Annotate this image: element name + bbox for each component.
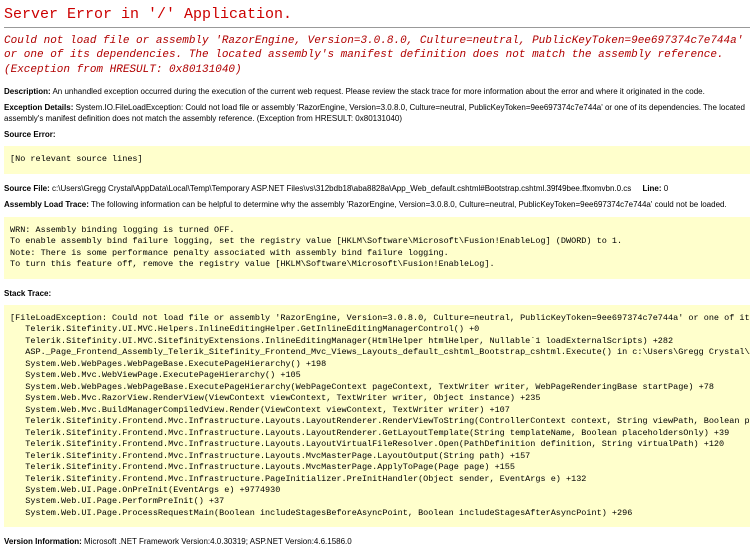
source-file-label: Source File: — [4, 184, 50, 193]
stack-trace-row: Stack Trace: — [4, 289, 750, 299]
exception-row: Exception Details: System.IO.FileLoadExc… — [4, 103, 750, 124]
assembly-trace-row: Assembly Load Trace: The following infor… — [4, 200, 750, 210]
description-text: An unhandled exception occurred during t… — [52, 87, 704, 96]
version-text: Microsoft .NET Framework Version:4.0.303… — [84, 537, 352, 546]
line-label: Line: — [642, 184, 661, 193]
error-headline: Could not load file or assembly 'RazorEn… — [4, 34, 750, 77]
source-file-text: c:\Users\Gregg Crystal\AppData\Local\Tem… — [52, 184, 631, 193]
stack-trace-block: [FileLoadException: Could not load file … — [4, 305, 750, 527]
description-row: Description: An unhandled exception occu… — [4, 87, 750, 97]
page-title: Server Error in '/' Application. — [4, 6, 750, 28]
assembly-trace-label: Assembly Load Trace: — [4, 200, 89, 209]
assembly-block: WRN: Assembly binding logging is turned … — [4, 217, 750, 279]
exception-label: Exception Details: — [4, 103, 73, 112]
version-label: Version Information: — [4, 537, 82, 546]
stack-trace-label: Stack Trace: — [4, 289, 51, 298]
assembly-trace-text: The following information can be helpful… — [91, 200, 727, 209]
line-value: 0 — [664, 184, 668, 193]
source-error-label: Source Error: — [4, 130, 56, 139]
version-row: Version Information: Microsoft .NET Fram… — [4, 537, 750, 546]
source-file-row: Source File: c:\Users\Gregg Crystal\AppD… — [4, 184, 750, 194]
source-error-block: [No relevant source lines] — [4, 146, 750, 173]
source-error-row: Source Error: — [4, 130, 750, 140]
description-label: Description: — [4, 87, 51, 96]
exception-text: System.IO.FileLoadException: Could not l… — [4, 103, 745, 122]
